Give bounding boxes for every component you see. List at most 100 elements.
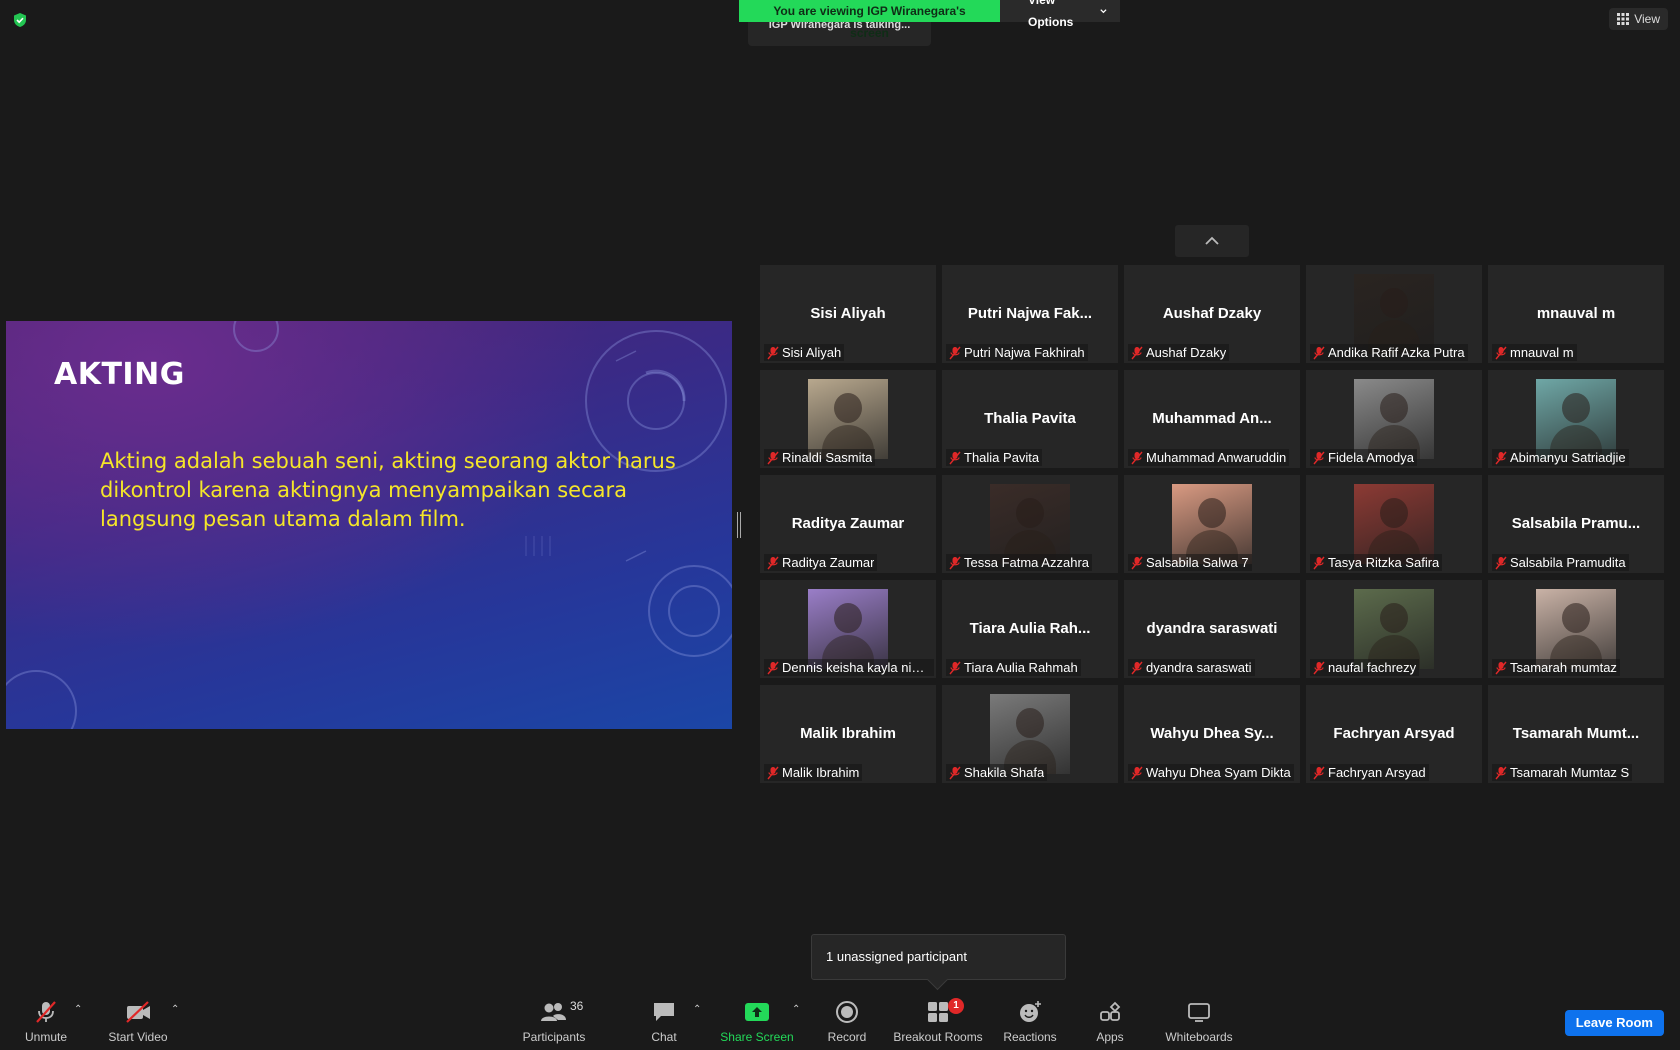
mic-off-icon <box>1131 661 1143 674</box>
leave-room-button[interactable]: Leave Room <box>1564 1010 1664 1036</box>
participant-tile[interactable]: naufal fachrezy <box>1306 580 1482 678</box>
reactions-icon <box>1020 1001 1041 1022</box>
participant-tile[interactable]: Putri Najwa Fak... Putri Najwa Fakhirah <box>942 265 1118 363</box>
participant-name: Andika Rafif Azka Putra <box>1328 345 1465 360</box>
mic-off-icon <box>767 556 779 569</box>
gallery-grid: Sisi Aliyah Sisi Aliyah Putri Najwa Fak...… <box>760 265 1664 783</box>
breakout-rooms-button[interactable]: 1 Breakout Rooms <box>893 994 983 1050</box>
participant-video <box>1536 379 1616 459</box>
participant-tile[interactable]: Salsabila Pramu... Salsabila Pramudita <box>1488 475 1664 573</box>
participant-count: 36 <box>570 999 584 1013</box>
participant-display-name: dyandra saraswati <box>1146 620 1278 637</box>
participant-tile[interactable]: Tessa Fatma Azzahra <box>942 475 1118 573</box>
start-video-button[interactable]: Start Video <box>104 994 172 1050</box>
record-icon <box>836 1001 858 1023</box>
view-label: View <box>1634 12 1660 26</box>
participant-name: Thalia Pavita <box>964 450 1040 465</box>
participant-name-label: Thalia Pavita <box>946 449 1043 466</box>
participant-name-label: naufal fachrezy <box>1310 659 1420 676</box>
person-silhouette <box>1198 498 1226 528</box>
split-view-divider[interactable] <box>737 512 741 538</box>
participant-video <box>808 379 888 459</box>
view-options-button[interactable]: View Options <box>1000 0 1120 29</box>
audio-options-caret[interactable]: ⌃ <box>74 1004 82 1015</box>
participant-name: Tessa Fatma Azzahra <box>964 555 1089 570</box>
unassigned-participant-tooltip: 1 unassigned participant <box>811 934 1066 980</box>
record-label: Record <box>827 1030 867 1044</box>
participant-name-label: Raditya Zaumar <box>764 554 878 571</box>
participants-button[interactable]: 36 Participants <box>518 994 590 1050</box>
view-button[interactable]: View <box>1609 8 1668 30</box>
participant-tile[interactable]: Dennis keisha kayla nind... <box>760 580 936 678</box>
participant-video <box>1354 484 1434 564</box>
participant-display-name: Malik Ibrahim <box>800 725 896 742</box>
view-options-label: View Options <box>1028 0 1074 29</box>
participant-video <box>1172 484 1252 564</box>
participant-name-label: Rinaldi Sasmita <box>764 449 876 466</box>
participant-tile[interactable]: mnauval m mnauval m <box>1488 265 1664 363</box>
whiteboards-button[interactable]: Whiteboards <box>1164 994 1234 1050</box>
participant-name: Tiara Aulia Rahmah <box>964 660 1078 675</box>
chat-button[interactable]: Chat <box>648 994 680 1050</box>
mic-off-icon <box>1131 346 1143 359</box>
person-silhouette <box>1380 498 1408 528</box>
mic-off-icon <box>949 766 961 779</box>
chat-label: Chat <box>651 1030 677 1044</box>
participant-tile[interactable]: Sisi Aliyah Sisi Aliyah <box>760 265 936 363</box>
apps-button[interactable]: Apps <box>1092 994 1128 1050</box>
gallery-page-up-button[interactable] <box>1175 225 1249 257</box>
participant-tile[interactable]: Salsabila Salwa 7 <box>1124 475 1300 573</box>
share-options-caret[interactable]: ⌃ <box>792 1004 800 1015</box>
participant-display-name: Salsabila Pramu... <box>1511 515 1641 532</box>
mic-off-icon <box>767 346 779 359</box>
mic-off-icon <box>1313 766 1325 779</box>
video-options-caret[interactable]: ⌃ <box>171 1004 179 1015</box>
participant-tile[interactable]: Wahyu Dhea Sy... Wahyu Dhea Syam Dikta <box>1124 685 1300 783</box>
participant-tile[interactable]: Tsamarah mumtaz <box>1488 580 1664 678</box>
participant-name-label: mnauval m <box>1492 344 1577 361</box>
tooltip-text: 1 unassigned participant <box>826 949 967 964</box>
participant-name: naufal fachrezy <box>1328 660 1417 675</box>
mic-off-icon <box>1495 346 1507 359</box>
participant-tile[interactable]: Andika Rafif Azka Putra <box>1306 265 1482 363</box>
participant-tile[interactable]: Raditya Zaumar Raditya Zaumar <box>760 475 936 573</box>
reactions-button[interactable]: Reactions <box>1002 994 1058 1050</box>
person-silhouette <box>1380 288 1408 318</box>
participant-name-label: Tessa Fatma Azzahra <box>946 554 1092 571</box>
participant-name: Tsamarah Mumtaz S <box>1510 765 1630 780</box>
participant-name: Tasya Ritzka Safira <box>1328 555 1440 570</box>
participant-name: Wahyu Dhea Syam Dikta <box>1146 765 1291 780</box>
participant-video <box>990 484 1070 564</box>
participant-tile[interactable]: Shakila Shafa <box>942 685 1118 783</box>
share-screen-button[interactable]: Share Screen <box>720 994 794 1050</box>
participant-tile[interactable]: Fidela Amodya <box>1306 370 1482 468</box>
mic-off-icon <box>949 451 961 464</box>
mic-off-icon <box>36 1001 56 1023</box>
participant-tile[interactable]: Malik Ibrahim Malik Ibrahim <box>760 685 936 783</box>
meeting-toolbar: Unmute ⌃ Start Video ⌃ 36 Participants C… <box>0 994 1680 1050</box>
participant-tile[interactable]: Fachryan Arsyad Fachryan Arsyad <box>1306 685 1482 783</box>
participant-tile[interactable]: Rinaldi Sasmita <box>760 370 936 468</box>
unmute-label: Unmute <box>24 1030 68 1044</box>
chat-options-caret[interactable]: ⌃ <box>693 1004 701 1015</box>
participant-tile[interactable]: Aushaf Dzaky Aushaf Dzaky <box>1124 265 1300 363</box>
shield-check-icon[interactable] <box>12 12 28 28</box>
chat-icon <box>654 1003 674 1021</box>
participant-video <box>1354 379 1434 459</box>
participant-tile[interactable]: Tsamarah Mumt... Tsamarah Mumtaz S <box>1488 685 1664 783</box>
participant-tile[interactable]: Tasya Ritzka Safira <box>1306 475 1482 573</box>
participant-tile[interactable]: Muhammad An... Muhammad Anwaruddin <box>1124 370 1300 468</box>
record-button[interactable]: Record <box>826 994 868 1050</box>
participant-tile[interactable]: Abimanyu Satriadjie <box>1488 370 1664 468</box>
participant-tile[interactable]: Thalia Pavita Thalia Pavita <box>942 370 1118 468</box>
grid-view-icon <box>1617 13 1630 25</box>
participant-tile[interactable]: Tiara Aulia Rah... Tiara Aulia Rahmah <box>942 580 1118 678</box>
reactions-label: Reactions <box>1003 1030 1057 1044</box>
participant-name-label: Putri Najwa Fakhirah <box>946 344 1088 361</box>
breakout-badge: 1 <box>948 998 964 1014</box>
participant-tile[interactable]: dyandra saraswati dyandra saraswati <box>1124 580 1300 678</box>
unmute-button[interactable]: Unmute <box>22 994 70 1050</box>
participant-name: dyandra saraswati <box>1146 660 1252 675</box>
participant-name: Shakila Shafa <box>964 765 1045 780</box>
participants-icon <box>541 1003 566 1021</box>
